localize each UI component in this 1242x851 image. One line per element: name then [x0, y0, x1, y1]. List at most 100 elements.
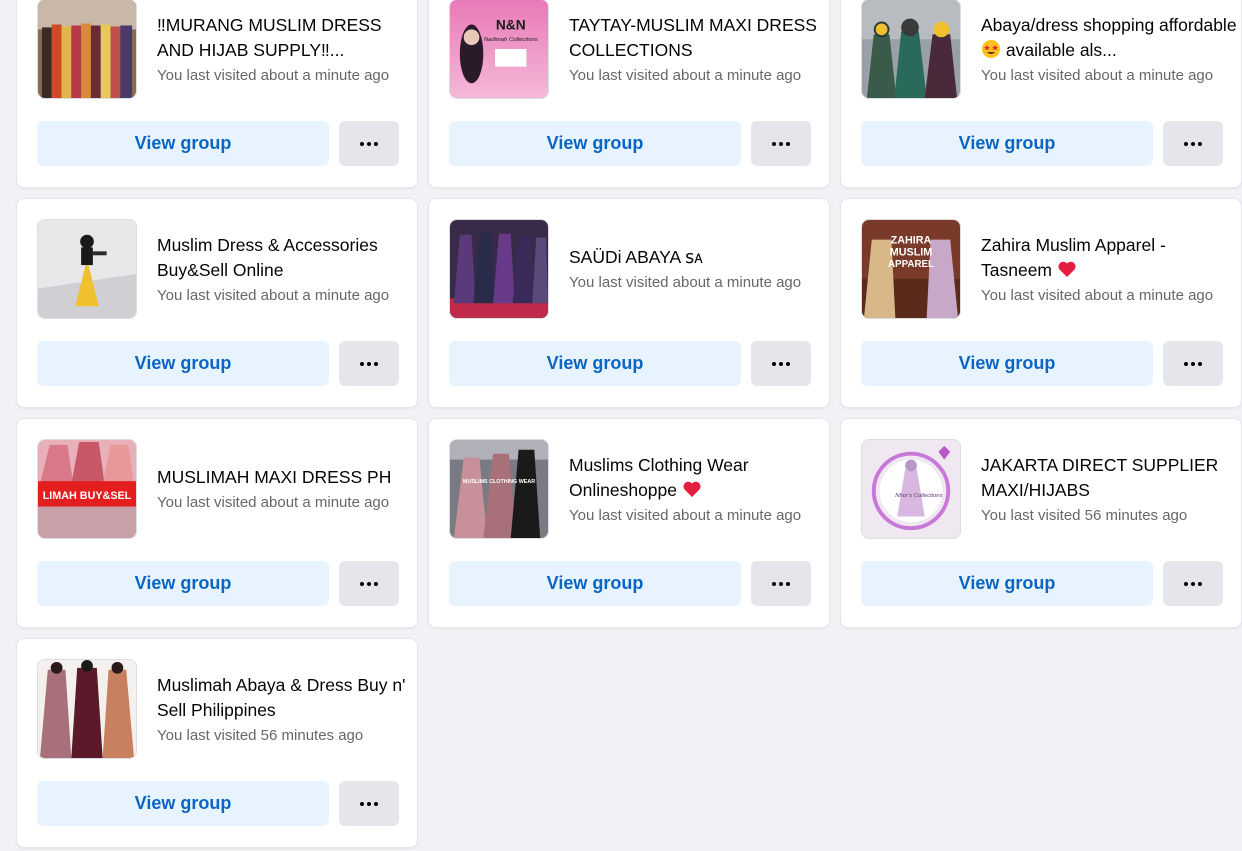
last-visited: You last visited about a minute ago: [569, 274, 802, 291]
last-visited: You last visited about a minute ago: [157, 66, 390, 84]
more-options-button[interactable]: [339, 341, 399, 386]
svg-text:N&N: N&N: [496, 17, 526, 32]
group-card: MUSLIMS CLOTHING WEAR Muslims Clothing W…: [428, 418, 830, 628]
group-info: JAKARTA DIRECT SUPPLIER MAXI/HIJABS You …: [981, 439, 1237, 539]
more-options-button[interactable]: [751, 121, 811, 166]
svg-text:ZAHIRA: ZAHIRA: [891, 235, 932, 247]
view-group-button[interactable]: View group: [37, 341, 329, 386]
group-title[interactable]: MUSLIMAH MAXI DRESS PH: [157, 465, 413, 490]
more-options-button[interactable]: [339, 781, 399, 826]
group-thumbnail[interactable]: LIMAH BUY&SEL: [37, 439, 137, 539]
last-visited: You last visited about a minute ago: [569, 66, 802, 84]
more-options-button[interactable]: [751, 341, 811, 386]
group-title[interactable]: Muslimah Abaya & Dress Buy n' Sell Phili…: [157, 673, 413, 723]
abayas-on-mannequins-icon: [450, 220, 548, 318]
more-dots-icon: [1184, 581, 1202, 586]
group-title[interactable]: Muslim Dress & Accessories Buy&Sell Onli…: [157, 233, 413, 283]
group-thumbnail[interactable]: Nhor's Collections: [861, 439, 961, 539]
group-info: Muslim Dress & Accessories Buy&Sell Onli…: [157, 219, 413, 319]
group-title[interactable]: Zahira Muslim Apparel - Tasneem: [981, 233, 1237, 283]
group-thumbnail[interactable]: [37, 659, 137, 759]
group-title[interactable]: TAYTAY-MUSLIM MAXI DRESS COLLECTIONS: [569, 13, 825, 63]
last-visited: You last visited about a minute ago: [569, 506, 802, 524]
group-card: N&N Nadimah Collections TAYTAY-MUSLIM MA…: [428, 0, 830, 188]
group-info: Abaya/dress shopping affordable availabl…: [981, 0, 1237, 99]
group-thumbnail[interactable]: [37, 219, 137, 319]
group-title[interactable]: JAKARTA DIRECT SUPPLIER MAXI/HIJABS: [981, 453, 1237, 503]
last-visited: You last visited 56 minutes ago: [157, 726, 364, 744]
group-info: SAÜDi ABAYA ꜱᴀ You last visited about a …: [569, 219, 825, 319]
group-thumbnail[interactable]: [861, 0, 961, 99]
view-group-button[interactable]: View group: [861, 341, 1153, 386]
group-thumbnail[interactable]: [449, 219, 549, 319]
more-dots-icon: [360, 141, 378, 146]
group-thumbnail[interactable]: N&N Nadimah Collections: [449, 0, 549, 99]
group-card: Muslim Dress & Accessories Buy&Sell Onli…: [16, 198, 418, 408]
last-visited: You last visited 56 minutes ago: [981, 506, 1188, 524]
group-thumbnail[interactable]: ZAHIRA MUSLIM APPAREL: [861, 219, 961, 319]
zahira-poster-icon: ZAHIRA MUSLIM APPAREL: [862, 220, 960, 318]
last-visited: You last visited about a minute ago: [981, 286, 1214, 304]
group-title[interactable]: ‼MURANG MUSLIM DRESS AND HIJAB SUPPLY‼..…: [157, 13, 413, 63]
group-title[interactable]: Muslims Clothing Wear Onlineshoppe: [569, 453, 825, 503]
view-group-button[interactable]: View group: [449, 121, 741, 166]
pink-abayas-icon: MUSLIMS CLOTHING WEAR: [450, 440, 548, 538]
group-card: Muslimah Abaya & Dress Buy n' Sell Phili…: [16, 638, 418, 848]
svg-text:MUSLIM: MUSLIM: [890, 246, 932, 258]
red-heart-icon: [1058, 261, 1076, 277]
svg-text:LIMAH BUY&SEL: LIMAH BUY&SEL: [43, 490, 132, 502]
group-thumbnail[interactable]: [37, 0, 137, 99]
more-dots-icon: [360, 801, 378, 806]
colorful-dresses-icon: [38, 0, 136, 98]
group-title[interactable]: Abaya/dress shopping affordable availabl…: [981, 13, 1237, 63]
view-group-button[interactable]: View group: [37, 561, 329, 606]
more-options-button[interactable]: [339, 561, 399, 606]
more-dots-icon: [772, 141, 790, 146]
three-abaya-dresses-icon: [38, 660, 136, 758]
group-card: SAÜDi ABAYA ꜱᴀ You last visited about a …: [428, 198, 830, 408]
last-visited: You last visited about a minute ago: [981, 66, 1214, 84]
star-struck-emoji-icon: [982, 39, 1000, 58]
group-info: Muslims Clothing Wear Onlineshoppe You l…: [569, 439, 825, 539]
more-dots-icon: [772, 581, 790, 586]
view-group-button[interactable]: View group: [449, 341, 741, 386]
more-options-button[interactable]: [1163, 561, 1223, 606]
last-visited: You last visited about a minute ago: [157, 286, 390, 304]
group-info: TAYTAY-MUSLIM MAXI DRESS COLLECTIONS You…: [569, 0, 825, 99]
more-dots-icon: [1184, 141, 1202, 146]
more-dots-icon: [360, 581, 378, 586]
group-info: Muslimah Abaya & Dress Buy n' Sell Phili…: [157, 659, 413, 759]
svg-text:Nadimah Collections: Nadimah Collections: [484, 37, 538, 43]
more-options-button[interactable]: [751, 561, 811, 606]
pink-logo-icon: N&N Nadimah Collections: [450, 0, 548, 98]
view-group-button[interactable]: View group: [861, 561, 1153, 606]
more-dots-icon: [1184, 361, 1202, 366]
more-options-button[interactable]: [1163, 341, 1223, 386]
svg-text:APPAREL: APPAREL: [888, 259, 934, 270]
svg-text:MUSLIMS CLOTHING WEAR: MUSLIMS CLOTHING WEAR: [463, 479, 535, 485]
nhor-collections-logo-icon: Nhor's Collections: [862, 440, 960, 538]
more-dots-icon: [360, 361, 378, 366]
woman-yellow-dress-icon: [38, 220, 136, 318]
view-group-button[interactable]: View group: [37, 121, 329, 166]
group-info: Zahira Muslim Apparel - Tasneem You last…: [981, 219, 1237, 319]
women-in-abayas-icon: [862, 0, 960, 98]
group-info: MUSLIMAH MAXI DRESS PH You last visited …: [157, 439, 413, 539]
group-card: ZAHIRA MUSLIM APPAREL Zahira Muslim Appa…: [840, 198, 1242, 408]
group-info: ‼MURANG MUSLIM DRESS AND HIJAB SUPPLY‼..…: [157, 0, 413, 99]
groups-grid: ‼MURANG MUSLIM DRESS AND HIJAB SUPPLY‼..…: [0, 0, 1242, 851]
view-group-button[interactable]: View group: [449, 561, 741, 606]
red-heart-icon: [683, 481, 701, 497]
more-options-button[interactable]: [1163, 121, 1223, 166]
group-card: ‼MURANG MUSLIM DRESS AND HIJAB SUPPLY‼..…: [16, 0, 418, 188]
last-visited: You last visited about a minute ago: [157, 494, 390, 511]
group-card: LIMAH BUY&SEL MUSLIMAH MAXI DRESS PH You…: [16, 418, 418, 628]
group-card: Nhor's Collections JAKARTA DIRECT SUPPLI…: [840, 418, 1242, 628]
pink-hijabs-banner-icon: LIMAH BUY&SEL: [38, 440, 136, 538]
group-title[interactable]: SAÜDi ABAYA ꜱᴀ: [569, 245, 825, 270]
group-thumbnail[interactable]: MUSLIMS CLOTHING WEAR: [449, 439, 549, 539]
view-group-button[interactable]: View group: [861, 121, 1153, 166]
view-group-button[interactable]: View group: [37, 781, 329, 826]
more-options-button[interactable]: [339, 121, 399, 166]
more-dots-icon: [772, 361, 790, 366]
